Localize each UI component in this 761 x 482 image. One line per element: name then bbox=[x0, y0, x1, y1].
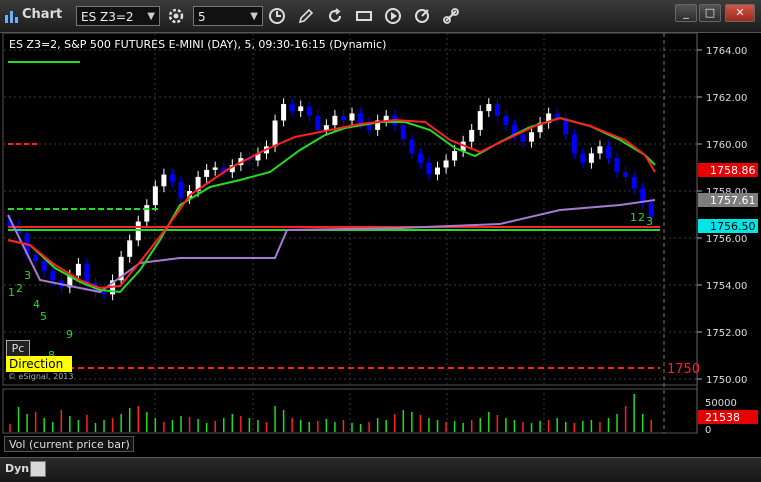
candle-body bbox=[101, 292, 107, 295]
candle-body bbox=[212, 167, 218, 170]
setup-count-label: 5 bbox=[40, 310, 47, 323]
candlesticks bbox=[7, 98, 654, 301]
candle-body bbox=[409, 139, 415, 154]
setup-count-label: 2 bbox=[638, 211, 645, 224]
candle-body bbox=[588, 153, 594, 163]
setup-count-label: 3 bbox=[646, 215, 653, 228]
candle-body bbox=[152, 186, 158, 206]
candle-body bbox=[503, 115, 509, 126]
price-tick-label: 1760.00 bbox=[706, 140, 747, 151]
candle-body bbox=[426, 162, 432, 175]
volume-tick: 50000 bbox=[705, 398, 737, 409]
last-high-badge-text: 1758.86 bbox=[710, 164, 756, 177]
candle-body bbox=[597, 146, 603, 154]
candle-body bbox=[50, 270, 56, 281]
setup-count-label: 4 bbox=[33, 298, 40, 311]
candle-body bbox=[486, 104, 492, 112]
candle-body bbox=[75, 263, 81, 276]
direction-label[interactable]: Direction bbox=[6, 356, 72, 372]
candle-body bbox=[477, 111, 483, 130]
candle-body bbox=[298, 106, 304, 112]
candle-body bbox=[443, 160, 449, 168]
volume-bars bbox=[9, 394, 652, 432]
candle-body bbox=[623, 172, 629, 177]
setup-count-label: 1 bbox=[8, 286, 15, 299]
candle-body bbox=[400, 125, 406, 140]
price-axis: 1764.001762.001760.001758.001756.001754.… bbox=[697, 46, 747, 386]
price-tick-label: 1764.00 bbox=[706, 46, 747, 57]
setup-count-label: 3 bbox=[24, 269, 31, 282]
price-tick-label: 1750.00 bbox=[706, 375, 747, 386]
candle-body bbox=[281, 104, 287, 121]
candle-body bbox=[289, 104, 295, 112]
price-tick-label: 1752.00 bbox=[706, 328, 747, 339]
setup-count-label: 1 bbox=[630, 211, 637, 224]
vwap-line bbox=[7, 199, 656, 294]
chart-header: ES Z3=2, S&P 500 FUTURES E-MINI (DAY), 5… bbox=[9, 38, 387, 51]
copyright-text: © eSignal, 2013 bbox=[8, 372, 74, 381]
candle-body bbox=[127, 240, 133, 257]
candle-body bbox=[631, 176, 637, 189]
candle-body bbox=[417, 153, 423, 163]
candle-body bbox=[332, 115, 338, 126]
candle-body bbox=[435, 167, 440, 175]
candle-body bbox=[340, 115, 346, 121]
candle-body bbox=[144, 205, 150, 222]
candle-body bbox=[383, 115, 389, 121]
candle-body bbox=[614, 158, 620, 173]
candle-body bbox=[169, 174, 175, 182]
volume-current-badge-text: 21538 bbox=[705, 411, 740, 424]
bottom-bar: Dyn bbox=[0, 457, 761, 482]
candle-body bbox=[204, 169, 210, 177]
level-badge-text: 1756.50 bbox=[710, 220, 756, 233]
dyn-label: Dyn bbox=[5, 462, 30, 475]
study-lines: 1234589123 bbox=[7, 61, 660, 369]
setup-count-label: 9 bbox=[66, 328, 73, 341]
candle-body bbox=[161, 174, 167, 187]
candle-body bbox=[494, 104, 500, 116]
link-icon[interactable] bbox=[30, 461, 46, 477]
candle-body bbox=[41, 261, 47, 271]
volume-study-label[interactable]: Vol (current price bar) bbox=[4, 436, 134, 452]
candle-body bbox=[178, 181, 184, 199]
current-price-badge-text: 1757.61 bbox=[710, 194, 756, 207]
candle-body bbox=[520, 134, 526, 142]
candle-body bbox=[358, 113, 364, 123]
candle-body bbox=[606, 146, 611, 159]
chart-grid bbox=[4, 33, 697, 433]
price-tick-label: 1754.00 bbox=[706, 281, 747, 292]
candle-body bbox=[323, 125, 329, 130]
candle-body bbox=[33, 254, 39, 262]
setup-count-label: 2 bbox=[16, 282, 23, 295]
candle-body bbox=[580, 153, 586, 163]
candle-body bbox=[306, 106, 312, 116]
candle-body bbox=[469, 129, 475, 142]
candle-body bbox=[84, 263, 90, 283]
price-tick-label: 1762.00 bbox=[706, 93, 747, 104]
volume-panel-frame bbox=[2, 388, 698, 434]
candle-body bbox=[452, 151, 458, 161]
candle-body bbox=[529, 132, 535, 142]
candle-body bbox=[571, 134, 577, 154]
price-tick-label: 1756.00 bbox=[706, 234, 747, 245]
volume-tick: 0 bbox=[705, 425, 711, 436]
price-chart[interactable]: 1764.001762.001760.001758.001756.001754.… bbox=[0, 0, 761, 481]
level-1750-label: 1750 bbox=[667, 362, 700, 377]
candle-body bbox=[272, 120, 278, 147]
candle-body bbox=[315, 115, 321, 130]
candle-body bbox=[349, 113, 355, 121]
